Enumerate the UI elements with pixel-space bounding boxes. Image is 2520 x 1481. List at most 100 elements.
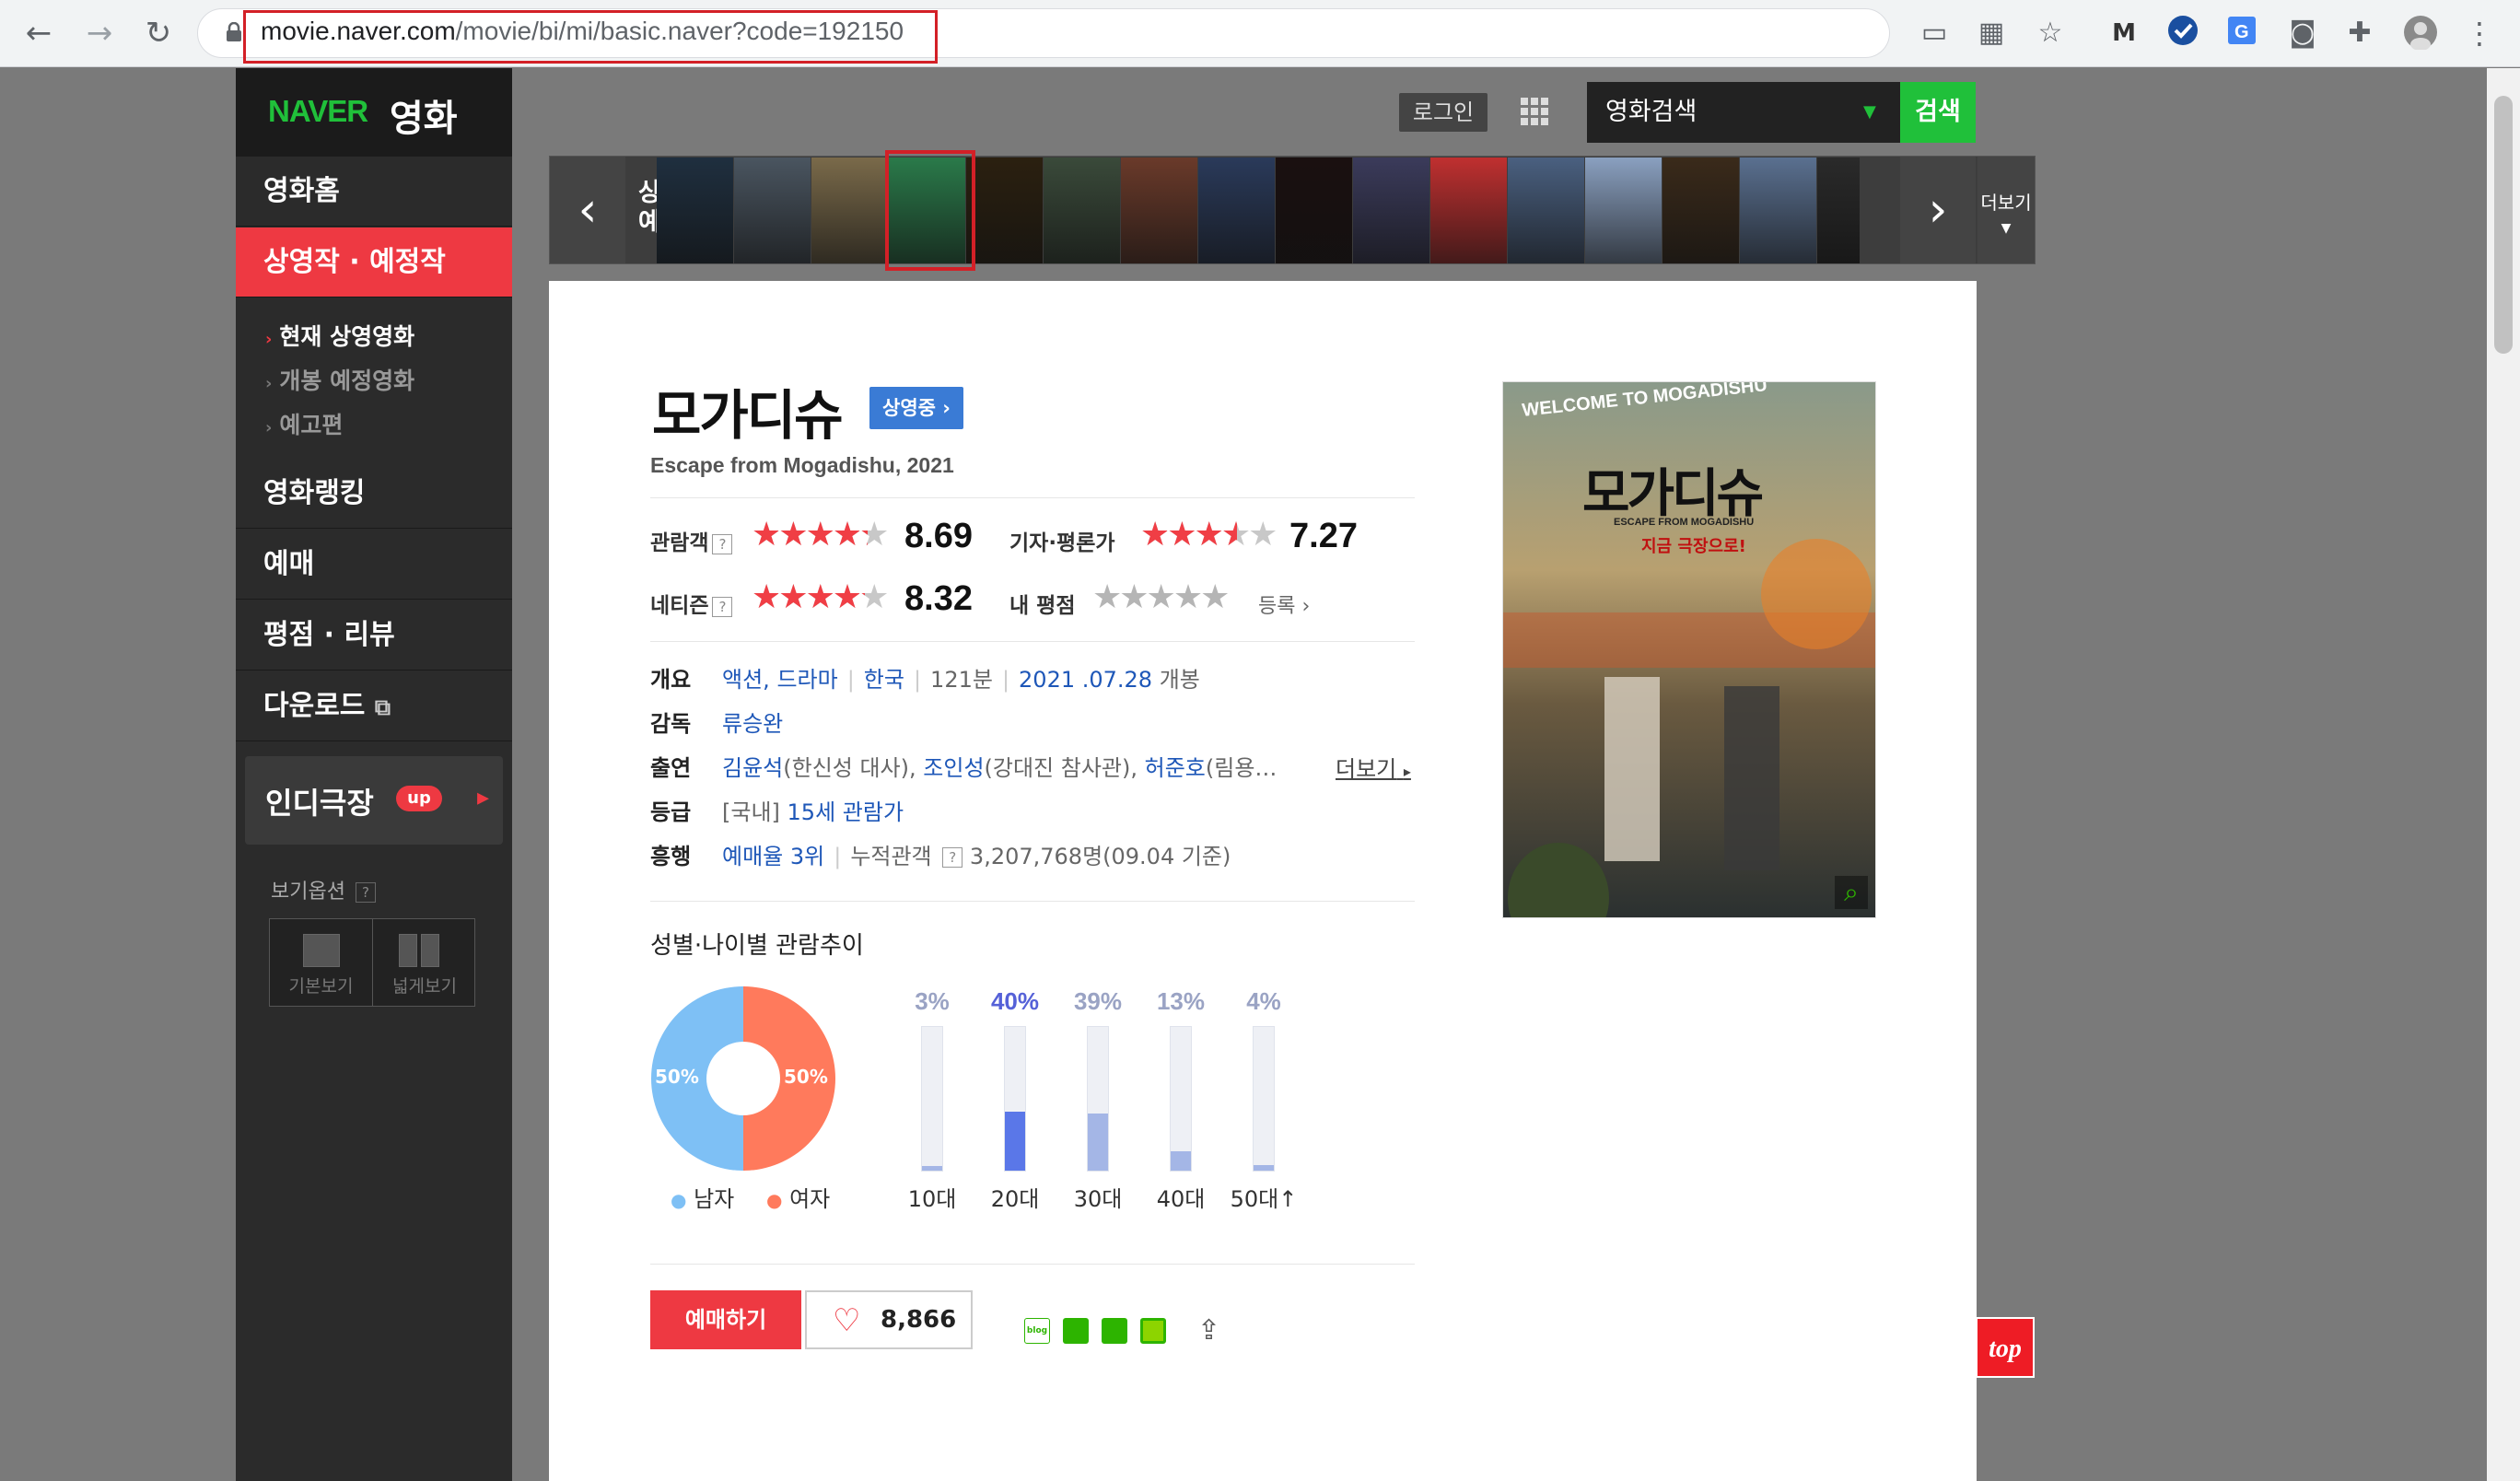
bookmark-star-icon[interactable]: ☆ bbox=[2032, 15, 2069, 52]
sub-upcoming-movies[interactable]: › 개봉 예정영화 bbox=[265, 363, 414, 396]
forward-arrow-icon[interactable]: → bbox=[77, 11, 122, 55]
male-dot-icon: ● bbox=[671, 1189, 687, 1211]
release-date-link[interactable]: 2021 .07.28 bbox=[1019, 667, 1152, 693]
nav-now-showing[interactable]: 상영작 · 예정작 bbox=[236, 227, 512, 297]
reserve-button[interactable]: 예매하기 bbox=[650, 1290, 801, 1349]
strip-poster-thumbnail[interactable] bbox=[734, 157, 811, 263]
register-rating-link[interactable]: 등록 › bbox=[1258, 589, 1310, 619]
strip-poster-thumbnail[interactable] bbox=[1353, 157, 1429, 263]
cumulative-value: 3,207,768명(09.04 기준) bbox=[969, 844, 1231, 869]
band-share-icon[interactable] bbox=[1102, 1318, 1127, 1344]
help-icon[interactable]: ? bbox=[712, 596, 733, 617]
menu-kebab-icon[interactable]: ⋮ bbox=[2461, 15, 2498, 52]
strip-poster-thumbnail[interactable] bbox=[1508, 157, 1584, 263]
status-badge-label: 상영중 bbox=[882, 397, 936, 419]
sub-trailers[interactable]: › 예고편 bbox=[265, 407, 343, 440]
strip-poster-thumbnail[interactable] bbox=[1198, 157, 1275, 263]
strip-next-button[interactable]: › bbox=[1900, 157, 1976, 263]
my-rating-stars[interactable]: ★★★★★ bbox=[1092, 578, 1230, 616]
share-icon[interactable]: ⇪ bbox=[1197, 1317, 1223, 1345]
rating-link[interactable]: 15세 관람가 bbox=[788, 799, 904, 825]
nav-movie-home[interactable]: 영화홈 bbox=[236, 157, 512, 227]
country-link[interactable]: 한국 bbox=[864, 667, 904, 693]
strip-poster-thumbnail[interactable] bbox=[811, 157, 888, 263]
qr-icon[interactable]: ▦ bbox=[1973, 15, 2010, 52]
netizen-stars: ★★★★★★★★★★ bbox=[752, 578, 889, 616]
cast-value: 김윤석(한신성 대사), 조인성(강대진 참사관), 허준호(림용… bbox=[722, 750, 1312, 782]
view-wide-button[interactable]: 넓게보기 bbox=[373, 919, 476, 1006]
arrow-right-icon: ▸ bbox=[477, 784, 490, 811]
star-icon: ★★ bbox=[1194, 516, 1224, 554]
cast-link[interactable]: 허준호 bbox=[1145, 755, 1206, 781]
strip-poster-thumbnail[interactable] bbox=[1585, 157, 1662, 263]
cast-link[interactable]: 조인성 bbox=[923, 755, 984, 781]
memo-share-icon[interactable] bbox=[1140, 1318, 1166, 1344]
genre-link[interactable]: 드라마 bbox=[776, 667, 837, 693]
page-scrollbar[interactable] bbox=[2487, 68, 2520, 1481]
app-grid-icon[interactable] bbox=[1519, 96, 1550, 127]
strip-poster-thumbnail[interactable] bbox=[1044, 157, 1120, 263]
strip-poster-thumbnail[interactable] bbox=[1662, 157, 1739, 263]
lock-icon bbox=[227, 22, 241, 41]
search-type-value: 영화검색 bbox=[1605, 98, 1698, 126]
naver-movie-logo[interactable]: NAVER 영화 bbox=[236, 68, 512, 157]
director-link[interactable]: 류승완 bbox=[722, 711, 783, 737]
camera-icon[interactable]: ◙ bbox=[2284, 15, 2321, 52]
profile-avatar[interactable] bbox=[2402, 15, 2439, 52]
cast-icon[interactable]: ▭ bbox=[1916, 15, 1953, 52]
view-basic-button[interactable]: 기본보기 bbox=[270, 919, 373, 1006]
blog-share-icon[interactable]: blog bbox=[1024, 1318, 1050, 1344]
nav-movie-ranking[interactable]: 영화랭킹 bbox=[236, 459, 512, 529]
translate-icon[interactable]: G bbox=[2223, 15, 2260, 52]
star-icon: ★★ bbox=[1140, 516, 1170, 554]
age-bar-track bbox=[1170, 1026, 1192, 1172]
age-group-label: 50대↑ bbox=[1230, 1186, 1298, 1212]
strip-poster-thumbnail[interactable] bbox=[966, 157, 1043, 263]
extension-m-icon[interactable]: M bbox=[2106, 15, 2142, 52]
status-badge[interactable]: 상영중 › bbox=[869, 387, 963, 429]
strip-prev-button[interactable]: ‹ bbox=[550, 157, 625, 263]
zoom-magnifier-icon[interactable]: ⌕ bbox=[1835, 876, 1868, 909]
rating-value: [국내] 15세 관람가 bbox=[722, 794, 904, 826]
strip-poster-thumbnail[interactable] bbox=[1740, 157, 1816, 263]
help-icon[interactable]: ? bbox=[712, 533, 733, 554]
cast-link[interactable]: 김윤석 bbox=[722, 755, 783, 781]
search-button[interactable]: 검색 bbox=[1900, 82, 1976, 143]
age-bar-track bbox=[921, 1026, 943, 1172]
star-icon: ★★ bbox=[805, 578, 835, 616]
strip-poster-thumbnail[interactable] bbox=[1430, 157, 1507, 263]
cast-more-link[interactable]: 더보기 ▸ bbox=[1336, 751, 1411, 783]
strip-more-button[interactable]: 더보기 ▼ bbox=[1978, 157, 2035, 263]
scroll-top-button[interactable]: top bbox=[1976, 1317, 2035, 1378]
extensions-puzzle-icon[interactable]: ✚ bbox=[2341, 15, 2378, 52]
help-icon[interactable]: ? bbox=[942, 847, 963, 868]
help-icon[interactable]: ? bbox=[355, 882, 376, 903]
booking-rank-link[interactable]: 예매율 3위 bbox=[722, 844, 824, 869]
strip-poster-thumbnail[interactable] bbox=[657, 157, 733, 263]
extension-check-icon[interactable] bbox=[2164, 15, 2201, 52]
nav-reservation[interactable]: 예매 bbox=[236, 530, 512, 600]
indie-theater-banner[interactable]: 인디극장 up ▸ bbox=[245, 756, 503, 845]
scrollbar-thumb[interactable] bbox=[2494, 96, 2513, 354]
star-icon: ★★ bbox=[752, 578, 781, 616]
genre-link[interactable]: 액션 bbox=[722, 667, 763, 693]
movie-poster[interactable]: WELCOME TO MOGADISHU 모가디슈 ESCAPE FROM MO… bbox=[1502, 381, 1876, 918]
strip-poster-thumbnail[interactable] bbox=[1276, 157, 1352, 263]
nav-ratings-reviews[interactable]: 평점 · 리뷰 bbox=[236, 601, 512, 671]
indie-theater-label: 인디극장 bbox=[265, 786, 374, 821]
back-arrow-icon[interactable]: ← bbox=[17, 11, 61, 55]
sub-current-movies[interactable]: › 현재 상영영화 bbox=[265, 319, 414, 352]
age-group-label: 30대 bbox=[1073, 1186, 1123, 1212]
search-type-select[interactable]: 영화검색 ▼ bbox=[1587, 82, 1900, 143]
strip-poster-thumbnail[interactable] bbox=[1121, 157, 1197, 263]
strip-poster-thumbnail[interactable] bbox=[1817, 157, 1860, 263]
two-column-icon bbox=[399, 934, 417, 967]
cafe-share-icon[interactable] bbox=[1063, 1318, 1089, 1344]
reload-icon[interactable]: ↻ bbox=[136, 11, 181, 55]
nav-download[interactable]: 다운로드 ⧉ bbox=[236, 671, 512, 741]
critic-rating-label: 기자·평론가 bbox=[1009, 531, 1115, 555]
login-button[interactable]: 로그인 bbox=[1399, 93, 1488, 132]
logo-naver-text: NAVER bbox=[268, 94, 368, 128]
like-button[interactable]: ♡ 8,866 bbox=[805, 1290, 973, 1349]
url-highlight-box bbox=[243, 10, 938, 64]
